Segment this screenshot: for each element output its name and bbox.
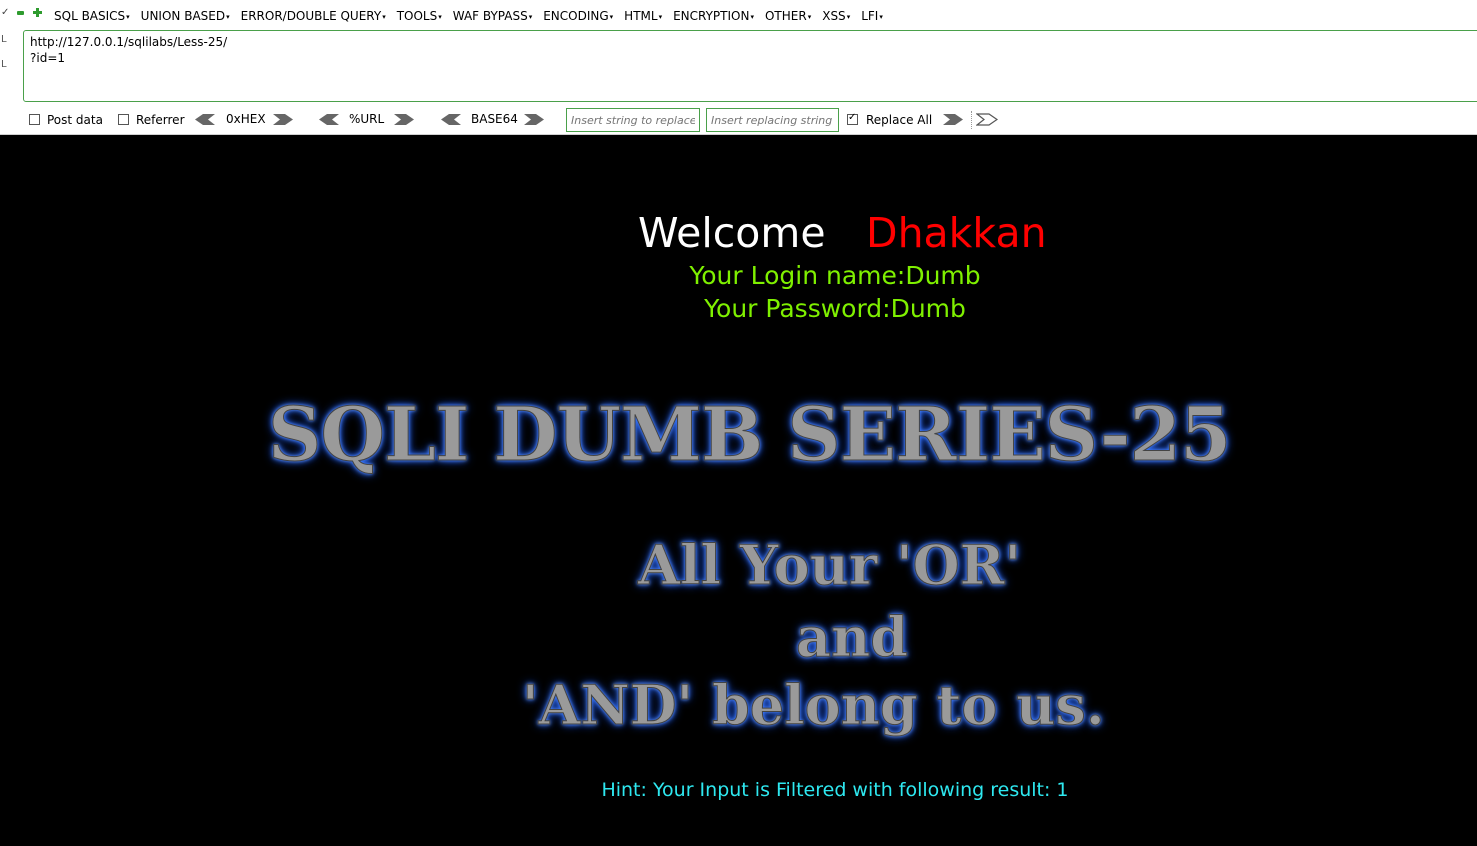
menu-html[interactable]: HTML▾: [624, 9, 662, 23]
dropdown-arrow-icon: ▾: [609, 12, 614, 21]
series-title-image: SQLI DUMB SERIES-25: [267, 392, 1231, 479]
plus-icon[interactable]: [33, 8, 42, 17]
replace-all-checkbox[interactable]: [847, 112, 858, 125]
referrer-checkbox[interactable]: [118, 114, 129, 125]
hackbar-menubar: SQL BASICS▾ UNION BASED▾ ERROR/DOUBLE QU…: [54, 6, 894, 26]
decode-left-arrow-icon[interactable]: [440, 113, 462, 126]
welcome-text: Welcome: [638, 209, 826, 257]
url-line-1: http://127.0.0.1/sqlilabs/Less-25/: [30, 35, 228, 49]
url-line-2: ?id=1: [30, 51, 66, 65]
referrer-label: Referrer: [136, 113, 185, 127]
username-text: Dhakkan: [866, 209, 1047, 257]
menu-lfi[interactable]: LFI▾: [861, 9, 883, 23]
decode-left-arrow-icon[interactable]: [318, 113, 340, 126]
menu-label: XSS: [822, 9, 846, 23]
check-icon[interactable]: ✓: [1, 7, 9, 18]
menu-label: HTML: [624, 9, 658, 23]
replace-with-input[interactable]: [706, 108, 839, 132]
hackbar-options-row: Post data Referrer 0xHEX %URL BASE64 Rep…: [0, 108, 1477, 132]
post-data-checkbox[interactable]: [29, 114, 40, 125]
menu-label: LFI: [861, 9, 879, 23]
menu-encoding[interactable]: ENCODING▾: [543, 9, 613, 23]
menu-label: ENCODING: [543, 9, 609, 23]
url-encode-label: %URL: [349, 112, 385, 126]
url-textarea[interactable]: http://127.0.0.1/sqlilabs/Less-25/ ?id=1: [23, 30, 1477, 102]
dropdown-arrow-icon: ▾: [750, 12, 754, 21]
minus-icon[interactable]: [17, 11, 24, 15]
decode-left-arrow-icon[interactable]: [194, 113, 216, 126]
hint-text: Hint: Your Input is Filtered with follow…: [601, 779, 1069, 801]
password-text: Your Password:Dumb: [704, 294, 966, 323]
menu-union-based[interactable]: UNION BASED▾: [141, 9, 230, 23]
encode-right-arrow-icon[interactable]: [272, 113, 294, 126]
post-data-label: Post data: [47, 113, 103, 127]
dropdown-arrow-icon: ▾: [528, 12, 533, 21]
menu-xss[interactable]: XSS▾: [822, 9, 850, 23]
menu-label: OTHER: [764, 9, 807, 23]
menu-waf-bypass[interactable]: WAF BYPASS▾: [453, 9, 532, 23]
dropdown-arrow-icon: ▾: [126, 12, 130, 21]
base64-label: BASE64: [471, 112, 518, 126]
menu-label: ERROR/DOUBLE QUERY: [240, 9, 382, 23]
split-url-label[interactable]: L: [1, 59, 7, 70]
menu-sql-basics[interactable]: SQL BASICS▾: [54, 9, 130, 23]
menu-error-double-query[interactable]: ERROR/DOUBLE QUERY▾: [241, 9, 386, 23]
menu-label: SQL BASICS: [54, 9, 126, 23]
dropdown-arrow-icon: ▾: [226, 12, 230, 21]
hex-label: 0xHEX: [226, 112, 266, 126]
menu-other[interactable]: OTHER▾: [765, 9, 811, 23]
dropdown-arrow-icon: ▾: [807, 12, 812, 21]
menu-label: ENCRYPTION: [673, 9, 750, 23]
login-name-text: Your Login name:Dumb: [689, 261, 981, 290]
encode-right-arrow-icon[interactable]: [393, 113, 415, 126]
load-url-label[interactable]: L: [1, 34, 7, 45]
dropdown-arrow-icon: ▾: [658, 12, 663, 21]
replace-find-input[interactable]: [566, 108, 700, 132]
dropdown-arrow-icon: ▾: [846, 12, 851, 21]
hackbar-toolbar: ✓ SQL BASICS▾ UNION BASED▾ ERROR/DOUBLE …: [0, 0, 1477, 135]
encode-right-arrow-icon[interactable]: [523, 113, 545, 126]
replace-all-label: Replace All: [866, 113, 933, 127]
dropdown-arrow-icon: ▾: [382, 12, 386, 21]
banner-line-3: 'AND' belong to us.: [522, 673, 1106, 738]
menu-tools[interactable]: TOOLS▾: [397, 9, 442, 23]
dropdown-arrow-icon: ▾: [879, 12, 883, 21]
menu-encryption[interactable]: ENCRYPTION▾: [673, 9, 754, 23]
menu-label: TOOLS: [396, 9, 438, 23]
menu-label: UNION BASED: [140, 9, 226, 23]
page-content: Welcome Dhakkan Your Login name:Dumb You…: [0, 135, 1477, 846]
next-arrow-icon[interactable]: [976, 113, 998, 126]
banner-line-2: and: [795, 605, 909, 670]
replace-run-arrow-icon[interactable]: [942, 113, 964, 126]
banner-line-1: All Your 'OR': [637, 533, 1022, 598]
menu-label: WAF BYPASS: [452, 9, 528, 23]
toolbar-divider: [971, 111, 973, 129]
dropdown-arrow-icon: ▾: [438, 12, 442, 21]
